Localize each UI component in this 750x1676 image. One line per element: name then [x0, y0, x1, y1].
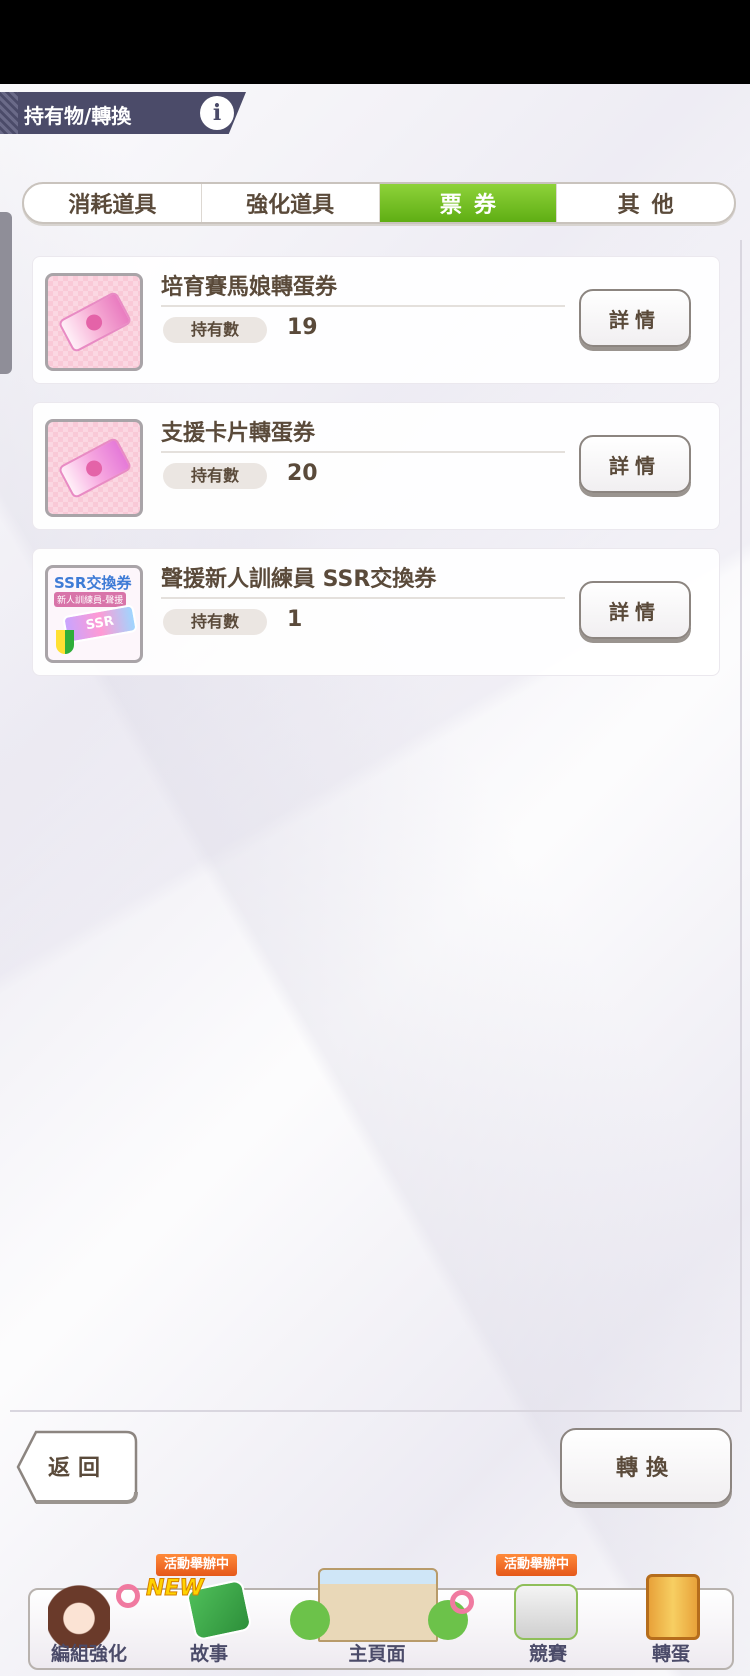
nav-label: 編組強化: [50, 1643, 127, 1665]
tab-tickets-label: 票券: [439, 193, 508, 218]
pink-ticket-icon: [45, 419, 143, 517]
info-icon[interactable]: i: [200, 96, 234, 130]
list-item: 培育賽馬娘轉蛋券 持有數 19 詳情: [32, 256, 720, 384]
status-bar: [0, 0, 750, 84]
notification-pin-icon: [450, 1590, 474, 1614]
qty-value: 19: [287, 315, 318, 340]
qty-label: 持有數: [163, 609, 267, 635]
qty-value: 20: [287, 461, 318, 486]
list-item: 支援卡片轉蛋券 持有數 20 詳情: [32, 402, 720, 530]
list-item: SSR交換券 新人訓練員-聲援 SSR 聲援新人訓練員 SSR交換券 持有數 1…: [32, 548, 720, 676]
detail-button[interactable]: 詳情: [579, 581, 691, 639]
character-icon: [48, 1574, 110, 1648]
tab-other[interactable]: 其他: [557, 184, 734, 222]
nav-label: 轉蛋: [651, 1643, 690, 1665]
nav-label: 主頁面: [348, 1643, 406, 1665]
event-badge: 活動舉辦中: [156, 1554, 238, 1576]
tab-enhancement[interactable]: 強化道具: [202, 184, 380, 222]
nav-item-gacha[interactable]: 轉蛋: [610, 1548, 732, 1676]
gacha-door-icon: [646, 1574, 700, 1640]
qty-label: 持有數: [163, 463, 267, 489]
category-tabs: 消耗道具 強化道具 票券 其他: [22, 182, 736, 224]
tree-icon: [290, 1600, 330, 1640]
new-badge: NEW: [146, 1576, 205, 1602]
back-button-label: 返回: [47, 1456, 108, 1481]
ssr-icon-subtitle: 新人訓練員-聲援: [54, 592, 127, 607]
tab-other-label: 其他: [617, 193, 686, 218]
item-name: 支援卡片轉蛋券: [161, 421, 316, 446]
item-name: 聲援新人訓練員 SSR交換券: [161, 567, 437, 592]
page-title: 持有物/轉換: [24, 104, 132, 128]
nav-item-team[interactable]: 編組強化: [30, 1548, 148, 1676]
nav-label: 故事: [189, 1643, 228, 1665]
tab-consumables[interactable]: 消耗道具: [24, 184, 202, 222]
qty-value: 1: [287, 607, 303, 632]
beginner-mark-icon: [56, 630, 74, 654]
detail-button[interactable]: 詳情: [579, 435, 691, 493]
pink-ticket-icon: [45, 273, 143, 371]
ssr-ticket-icon: SSR交換券 新人訓練員-聲援 SSR: [45, 565, 143, 663]
item-name: 培育賽馬娘轉蛋券: [161, 275, 338, 300]
convert-button[interactable]: 轉換: [560, 1428, 732, 1504]
bottom-nav: 編組強化 活動舉辦中 故事 NEW 主頁面 活動舉辦中 競賽 轉蛋: [0, 1548, 750, 1676]
event-badge: 活動舉辦中: [496, 1554, 578, 1576]
ssr-icon-title: SSR交換券: [54, 574, 132, 592]
divider: [161, 451, 565, 453]
detail-button[interactable]: 詳情: [579, 289, 691, 347]
divider: [161, 305, 565, 307]
nav-item-home[interactable]: 主頁面: [270, 1548, 484, 1676]
race-gate-icon: [514, 1584, 578, 1640]
school-building-icon: [318, 1568, 438, 1642]
divider: [161, 597, 565, 599]
nav-item-story[interactable]: 活動舉辦中 故事: [150, 1548, 268, 1676]
notification-pin-icon: [116, 1584, 140, 1608]
nav-label: 競賽: [528, 1643, 567, 1665]
qty-label: 持有數: [163, 317, 267, 343]
tab-tickets[interactable]: 票券: [379, 184, 558, 222]
nav-item-race[interactable]: 活動舉辦中 競賽: [488, 1548, 608, 1676]
